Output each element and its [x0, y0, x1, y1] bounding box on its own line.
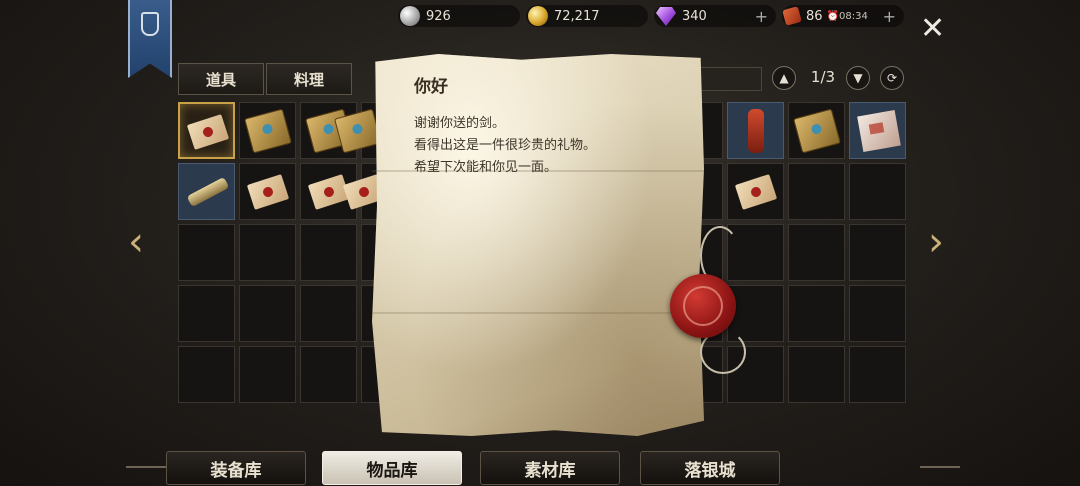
ticket-amount: 86	[806, 8, 823, 24]
tag-item-icon	[748, 109, 764, 153]
inventory-slot[interactable]	[239, 346, 296, 403]
letter-line-2: 看得出这是一件很珍贵的礼物。	[414, 138, 597, 153]
inventory-slot[interactable]	[300, 224, 357, 281]
gem-amount: 340	[682, 8, 707, 24]
letter-item-icon	[307, 174, 351, 210]
close-icon[interactable]: ✕	[920, 14, 945, 44]
ticket-currency: 86 ⏰08:34 +	[782, 5, 904, 27]
ticket-icon	[782, 6, 802, 26]
silver-amount: 926	[426, 8, 451, 24]
inventory-slot[interactable]	[239, 102, 296, 159]
inventory-slot[interactable]	[178, 102, 235, 159]
inventory-slot[interactable]	[849, 346, 906, 403]
inventory-slot[interactable]	[849, 163, 906, 220]
gold-amount: 72,217	[554, 8, 600, 24]
inventory-slot[interactable]	[788, 285, 845, 342]
prev-page-arrow-icon[interactable]: ‹	[128, 222, 144, 262]
inventory-slot[interactable]	[178, 224, 235, 281]
inventory-slot[interactable]	[300, 346, 357, 403]
gold-coin-icon	[528, 6, 548, 26]
nav-items[interactable]: 物品库	[322, 451, 462, 485]
page-indicator: 1/3	[810, 68, 836, 86]
gem-currency: 340 +	[654, 5, 776, 27]
banner-emblem-icon	[141, 12, 159, 36]
inventory-slot[interactable]	[239, 163, 296, 220]
book-item-icon	[793, 108, 841, 154]
filter-bar[interactable]	[700, 67, 762, 91]
seal-emblem-icon	[683, 286, 723, 326]
nav-materials[interactable]: 素材库	[480, 451, 620, 485]
letter-item-icon	[734, 174, 778, 210]
inventory-slot[interactable]	[178, 163, 235, 220]
next-page-arrow-icon[interactable]: ›	[928, 222, 944, 262]
telescope-item-icon	[186, 176, 230, 208]
book-item-icon	[244, 108, 292, 154]
letter-title: 你好	[414, 77, 448, 97]
inventory-slot[interactable]	[788, 102, 845, 159]
nav-ornament	[126, 460, 166, 474]
inventory-slot[interactable]	[239, 224, 296, 281]
refresh-button[interactable]: ⟳	[880, 66, 904, 90]
nav-ornament	[920, 460, 960, 474]
letter-fold-line	[372, 312, 704, 314]
gold-currency: 72,217	[526, 5, 648, 27]
letter-item-icon	[246, 174, 290, 210]
gem-icon	[656, 7, 676, 26]
nav-equipment[interactable]: 装备库	[166, 451, 306, 485]
inventory-slot[interactable]	[178, 285, 235, 342]
nav-city[interactable]: 落银城	[640, 451, 780, 485]
add-gem-plus-icon[interactable]: +	[755, 7, 768, 26]
inventory-slot[interactable]	[727, 163, 784, 220]
inventory-slot[interactable]	[788, 224, 845, 281]
chevron-down-icon: ▼	[853, 71, 863, 85]
add-ticket-plus-icon[interactable]: +	[883, 7, 896, 26]
inventory-slot[interactable]	[178, 346, 235, 403]
inventory-slot[interactable]	[849, 224, 906, 281]
tab-items[interactable]: 道具	[178, 63, 264, 95]
silver-currency: 926	[398, 5, 520, 27]
inventory-slot[interactable]	[788, 163, 845, 220]
page-up-button[interactable]: ▲	[772, 66, 796, 90]
letter-line-1: 谢谢你送的剑。	[414, 116, 506, 131]
inventory-slot[interactable]	[849, 102, 906, 159]
inventory-slot[interactable]	[300, 285, 357, 342]
scroll-item-icon	[857, 109, 901, 153]
ticket-timer: ⏰08:34	[826, 10, 868, 22]
inventory-slot[interactable]	[239, 285, 296, 342]
letter-line-3: 希望下次能和你见一面。	[414, 160, 558, 175]
inventory-slot[interactable]	[849, 285, 906, 342]
chevron-up-icon: ▲	[779, 71, 789, 85]
silver-coin-icon	[400, 6, 420, 26]
category-tabs: 道具 料理	[178, 63, 352, 95]
refresh-icon: ⟳	[886, 71, 898, 85]
tab-cooking[interactable]: 料理	[266, 63, 352, 95]
page-down-button[interactable]: ▼	[846, 66, 870, 90]
letter-item-icon	[186, 114, 230, 150]
inventory-slot[interactable]	[788, 346, 845, 403]
inventory-slot[interactable]	[727, 102, 784, 159]
